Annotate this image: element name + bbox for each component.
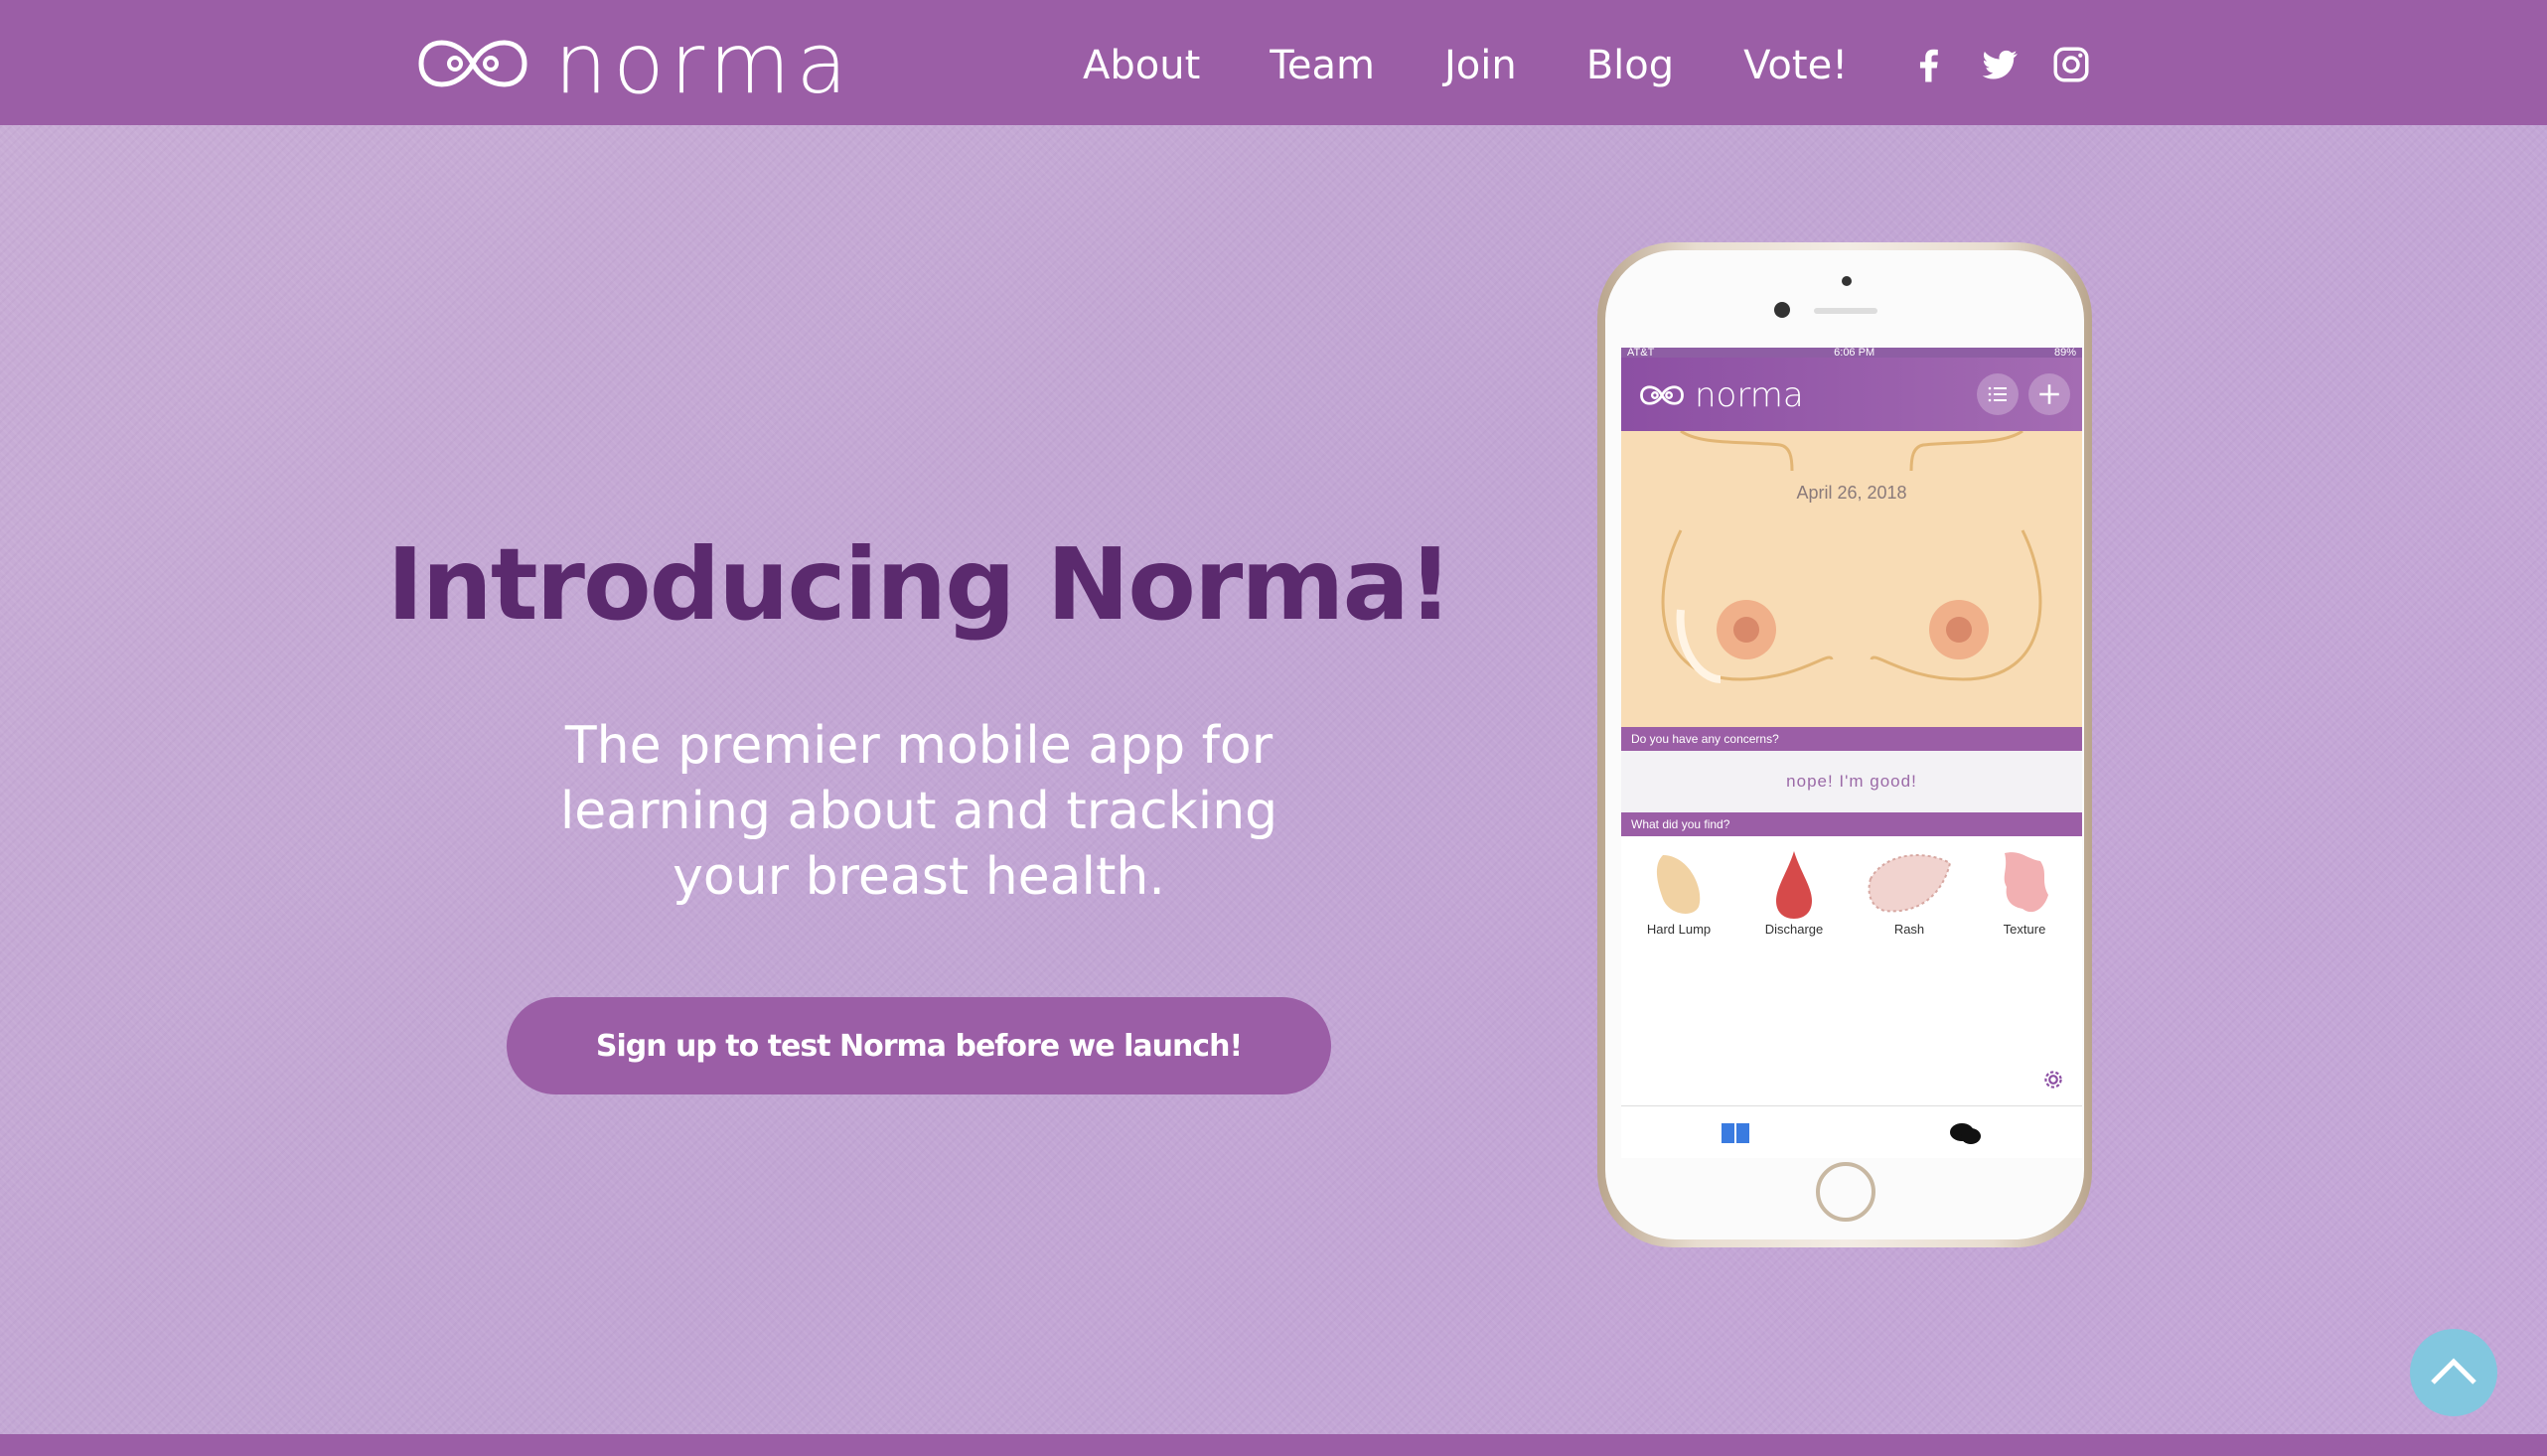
finding-rash[interactable]: Rash (1860, 846, 1959, 955)
finding-options: Hard Lump Discharge Rash Texture (1621, 836, 2082, 955)
speaker (1814, 308, 1877, 314)
chat-tab-icon[interactable] (1949, 1120, 1983, 1153)
phone-mockup: AT&T 6:06 PM 89% norma April 26, 2018 Do… (1597, 242, 2092, 1247)
nav-about[interactable]: About (1083, 36, 1200, 95)
clock: 6:06 PM (1834, 348, 1875, 359)
nav-join[interactable]: Join (1444, 36, 1517, 95)
app-logo: norma (1637, 375, 1804, 415)
battery: 89% (2053, 348, 2076, 359)
footer-bar (0, 1434, 2547, 1456)
status-bar: AT&T 6:06 PM 89% (1621, 348, 2082, 359)
concern-answer[interactable]: nope! I'm good! (1621, 751, 2082, 812)
discharge-drop-icon (1776, 851, 1812, 919)
finding-hard-lump[interactable]: Hard Lump (1629, 846, 1728, 955)
add-icon[interactable] (2028, 373, 2070, 415)
entry-date: April 26, 2018 (1796, 483, 1907, 503)
norma-logo-icon (1640, 385, 1684, 405)
sensor-dot (1842, 276, 1852, 286)
nav-vote[interactable]: Vote! (1743, 36, 1848, 95)
find-header: What did you find? (1621, 812, 2082, 836)
carrier: AT&T (1627, 348, 1655, 359)
norma-logo-icon (418, 40, 527, 87)
instagram-icon[interactable] (2050, 44, 2092, 85)
tab-bar (1621, 1105, 2082, 1158)
finding-texture[interactable]: Texture (1975, 846, 2074, 955)
app-header: norma (1621, 358, 2082, 431)
nav-team[interactable]: Team (1270, 36, 1375, 95)
finding-label: Discharge (1764, 922, 1824, 937)
texture-icon (2004, 852, 2048, 913)
social-links (1907, 44, 2092, 85)
hard-lump-icon (1656, 855, 1701, 914)
scroll-to-top-button[interactable] (2410, 1329, 2497, 1416)
app-name: norma (1695, 375, 1804, 415)
logo-text: norma (554, 15, 853, 112)
phone-screen: AT&T 6:06 PM 89% norma April 26, 2018 Do… (1621, 348, 2082, 1158)
rash-icon (1868, 854, 1952, 913)
twitter-icon[interactable] (1979, 44, 2021, 85)
finding-discharge[interactable]: Discharge (1744, 846, 1844, 955)
list-icon[interactable] (1977, 373, 2019, 415)
settings-gear-icon[interactable] (2040, 1067, 2066, 1097)
subtitle-line: your breast health. (673, 847, 1165, 907)
hero-title: Introducing Norma! (386, 526, 1452, 643)
home-button (1816, 1162, 1875, 1222)
body-outline-icon (1661, 431, 2042, 683)
finding-label: Rash (1893, 922, 1925, 937)
phone-body: AT&T 6:06 PM 89% norma April 26, 2018 Do… (1605, 250, 2084, 1239)
camera (1774, 302, 1790, 318)
chevron-up-icon (2431, 1357, 2476, 1384)
site-header: norma About Team Join Blog Vote! (0, 0, 2547, 125)
subtitle-line: learning about and tracking (559, 782, 1278, 841)
finding-label: Texture (2003, 922, 2046, 937)
finding-label: Hard Lump (1646, 922, 1712, 937)
nav-blog[interactable]: Blog (1586, 36, 1674, 95)
logo[interactable]: norma (415, 22, 853, 105)
concern-header: Do you have any concerns? (1621, 727, 2082, 751)
hero-subtitle: The premier mobile app for learning abou… (517, 713, 1321, 910)
main-nav: About Team Join Blog Vote! (1083, 36, 1917, 95)
book-tab-icon[interactable] (1721, 1122, 1750, 1149)
signup-button[interactable]: Sign up to test Norma before we launch! (507, 997, 1331, 1094)
breast-illustration: April 26, 2018 (1621, 431, 2082, 727)
facebook-icon[interactable] (1907, 44, 1949, 85)
subtitle-line: The premier mobile app for (564, 716, 1274, 776)
